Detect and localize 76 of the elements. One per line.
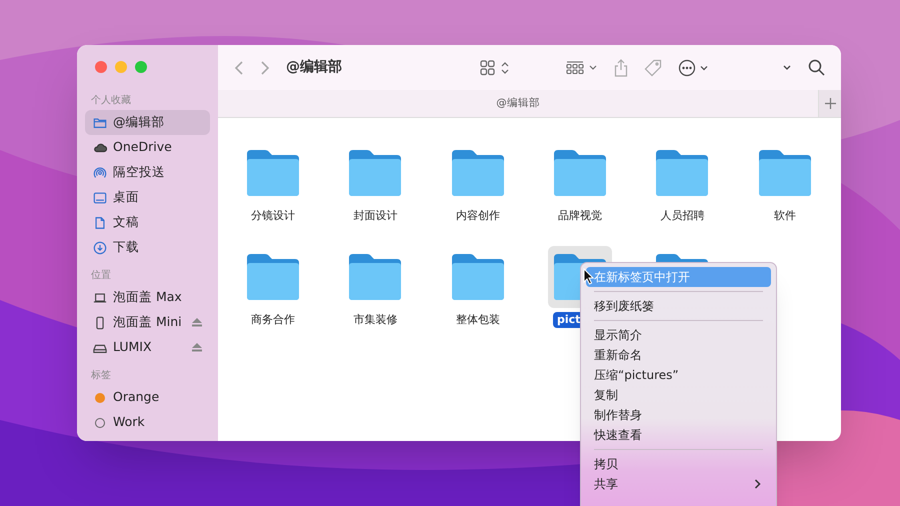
folder-icon <box>450 148 506 198</box>
desktop-icon <box>93 190 107 204</box>
window-title: @编辑部 <box>286 58 342 77</box>
share-icon[interactable] <box>614 58 628 76</box>
folder-icon <box>756 148 813 198</box>
menu-item[interactable]: 显示简介 <box>586 325 771 345</box>
folder-name: 软件 <box>772 208 797 224</box>
more-icon[interactable] <box>678 58 710 76</box>
sidebar-item-label: LUMIX <box>113 338 153 356</box>
menu-item[interactable]: 重新命名 <box>586 345 771 365</box>
folder-name: 内容创作 <box>454 208 501 224</box>
search-icon[interactable] <box>808 59 825 76</box>
sidebar-item[interactable]: 桌面 <box>85 185 210 210</box>
sidebar-heading: 标签 <box>90 368 112 383</box>
plus-icon <box>824 98 836 109</box>
folder-name: 品牌视觉 <box>557 208 604 224</box>
document-icon <box>93 216 107 230</box>
sidebar-item[interactable]: LUMIX <box>85 335 210 360</box>
folder-name: 市集装修 <box>352 312 398 328</box>
folder-icon <box>245 148 302 198</box>
grid-view-icon[interactable] <box>480 60 510 76</box>
sidebar-item[interactable]: Work <box>85 410 210 435</box>
eject-icon[interactable] <box>192 318 202 327</box>
folder-name: 分镜设计 <box>250 208 296 224</box>
download-icon <box>93 240 107 254</box>
sidebar-item[interactable]: 下载 <box>85 235 210 260</box>
folder-name: 整体包装 <box>454 312 501 328</box>
sidebar-item-label: Work <box>113 413 146 432</box>
folder-icon <box>93 116 107 130</box>
sidebar-item[interactable]: @编辑部 <box>85 110 210 135</box>
sidebar-heading: 位置 <box>90 268 112 283</box>
sidebar-item-label: 泡面盖 Max <box>113 288 183 306</box>
sidebar-item[interactable]: 隔空投送 <box>85 160 210 185</box>
sidebar-item[interactable]: Orange <box>85 385 210 410</box>
menu-item[interactable]: 拷贝 <box>586 454 771 474</box>
cursor-icon <box>583 268 594 285</box>
menu-item[interactable]: 快速查看 <box>586 425 771 445</box>
back-icon[interactable] <box>234 60 244 76</box>
close-button[interactable] <box>95 61 107 73</box>
sidebar-item-label: Orange <box>113 388 160 406</box>
menu-item[interactable]: 复制 <box>586 385 771 405</box>
sidebar-item[interactable]: 文稿 <box>85 210 210 235</box>
folder-icon <box>347 252 404 302</box>
sidebar-item-label: @编辑部 <box>113 113 166 132</box>
chevron-down-icon[interactable] <box>782 64 792 72</box>
folder-icon <box>347 148 404 198</box>
sidebar-item[interactable]: 泡面盖 Max <box>85 285 210 310</box>
sidebar-item-label: 隔空投送 <box>113 163 166 182</box>
menu-item[interactable]: 制作替身 <box>586 405 771 425</box>
group-icon[interactable] <box>566 60 598 74</box>
sidebar-item[interactable]: 泡面盖 Mini <box>85 310 210 335</box>
tag-icon[interactable] <box>644 58 662 76</box>
sidebar-item-label: 文稿 <box>113 213 140 232</box>
folder-icon <box>245 252 302 302</box>
new-tab-button[interactable] <box>818 90 841 117</box>
cloud-icon <box>93 140 107 154</box>
sidebar-item-label: 下载 <box>113 238 140 256</box>
sidebar-item-label: 桌面 <box>113 188 140 206</box>
menu-item[interactable]: 移到废纸篓 <box>586 296 771 316</box>
laptop-icon <box>93 290 107 304</box>
sidebar-item-label: 泡面盖 Mini <box>113 313 183 332</box>
folder-name: 商务合作 <box>250 312 296 328</box>
menu-item[interactable]: 共享 <box>586 474 771 494</box>
sidebar-item[interactable]: OneDrive <box>85 135 210 160</box>
folder-name: 封面设计 <box>352 208 398 224</box>
folder-icon <box>552 148 608 198</box>
sidebar-heading: 个人收藏 <box>90 94 132 108</box>
airdrop-icon <box>93 166 107 180</box>
folder-icon <box>654 148 710 198</box>
folder-icon <box>450 252 506 302</box>
folder-name: 人员招聘 <box>659 208 706 224</box>
forward-icon[interactable] <box>260 60 270 76</box>
sidebar-item-label: OneDrive <box>113 138 173 156</box>
eject-icon[interactable] <box>192 343 202 352</box>
menu-item[interactable]: 压缩“pictures” <box>586 365 771 385</box>
zoom-button[interactable] <box>135 61 147 73</box>
